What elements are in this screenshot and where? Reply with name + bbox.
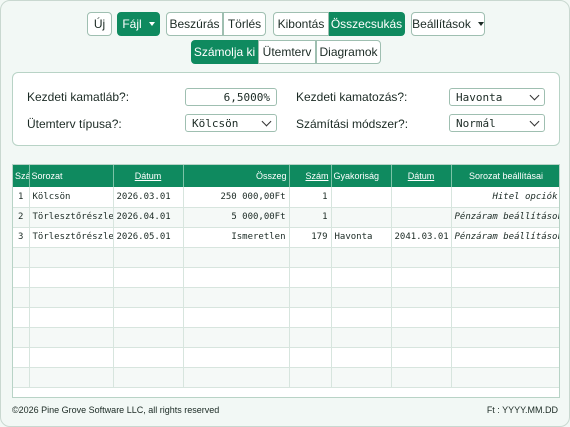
table-row-empty[interactable] (13, 327, 559, 348)
schedule-type-select[interactable]: Kölcsön (185, 114, 277, 132)
column-header-count[interactable]: Szám (289, 165, 332, 187)
compounding-label: Kezdeti kamatozás?: (296, 90, 408, 104)
cell-number[interactable]: 2 (13, 207, 30, 228)
table-row-empty[interactable] (13, 307, 559, 328)
chevron-down-icon (261, 116, 272, 127)
cell-series[interactable]: Törlesztőrészlet (29, 227, 114, 248)
settings-panel: Kezdeti kamatláb?: 6,5000% Kezdeti kamat… (12, 72, 560, 146)
delete-button[interactable]: Törlés (223, 12, 266, 36)
table-row-empty[interactable] (13, 347, 559, 368)
method-value: Normál (456, 116, 496, 130)
settings-menu-button[interactable]: Beállítások (411, 12, 485, 36)
method-label: Számítási módszer?: (296, 117, 409, 131)
table-row-empty[interactable] (13, 267, 559, 288)
column-header-series-settings[interactable]: Sorozat beállításai (451, 165, 559, 187)
method-select[interactable]: Normál (449, 114, 545, 132)
file-menu-button[interactable]: Fájl (117, 12, 160, 36)
tab-schedule[interactable]: Ütemterv (258, 40, 316, 64)
cell-series-settings[interactable]: Pénzáram beállítások (451, 227, 559, 248)
cell-frequency[interactable] (331, 187, 392, 208)
column-header-date[interactable]: Dátum (113, 165, 184, 187)
new-button[interactable]: Új (87, 12, 112, 36)
column-header-number[interactable]: Szám (13, 165, 30, 187)
cell-end-date[interactable]: 2041.03.01 (391, 227, 452, 248)
cell-date[interactable]: 2026.05.01 (113, 227, 184, 248)
cell-date[interactable]: 2026.03.01 (113, 187, 184, 208)
cell-amount[interactable]: 250 000,00Ft (183, 187, 290, 208)
cell-end-date[interactable] (391, 207, 452, 228)
column-header-frequency[interactable]: Gyakoriság (331, 165, 392, 187)
cashflow-table: Szám Sorozat Dátum Összeg Szám Gyakorisá… (12, 164, 560, 398)
table-row-empty[interactable] (13, 247, 559, 268)
tab-charts[interactable]: Diagramok (316, 40, 381, 64)
cell-series[interactable]: Kölcsön (29, 187, 114, 208)
chevron-down-icon (529, 90, 540, 101)
tab-calculate[interactable]: Számolja ki (191, 40, 258, 64)
chevron-down-icon (529, 116, 540, 127)
cell-number[interactable]: 1 (13, 187, 30, 208)
table-row[interactable]: 1 Kölcsön 2026.03.01 250 000,00Ft 1 Hite… (13, 187, 559, 208)
chevron-down-icon (477, 22, 484, 26)
copyright-text: ©2026 Pine Grove Software LLC, all right… (12, 405, 220, 415)
column-header-end-date[interactable]: Dátum (391, 165, 452, 187)
table-row-empty[interactable] (13, 287, 559, 308)
cell-amount[interactable]: Ismeretlen (183, 227, 290, 248)
insert-button[interactable]: Beszúrás (166, 12, 223, 36)
cell-series-settings[interactable]: Hitel opciók (451, 187, 559, 208)
compounding-value: Havonta (456, 90, 503, 104)
cell-series-settings[interactable]: Pénzáram beállítások (451, 207, 559, 228)
chevron-down-icon (148, 22, 155, 26)
cell-frequency[interactable]: Havonta (331, 227, 392, 248)
cell-end-date[interactable] (391, 187, 452, 208)
schedule-type-label: Ütemterv típusa?: (27, 117, 122, 131)
cell-count[interactable]: 179 (289, 227, 332, 248)
cell-amount[interactable]: 5 000,00Ft (183, 207, 290, 228)
rate-input[interactable]: 6,5000% (185, 88, 277, 106)
settings-menu-label: Beállítások (412, 17, 471, 31)
compounding-select[interactable]: Havonta (449, 88, 545, 106)
cell-frequency[interactable] (331, 207, 392, 228)
file-menu-label: Fájl (122, 17, 142, 31)
cell-date[interactable]: 2026.04.01 (113, 207, 184, 228)
cell-number[interactable]: 3 (13, 227, 30, 248)
cell-count[interactable]: 1 (289, 207, 332, 228)
table-row[interactable]: 3 Törlesztőrészlet 2026.05.01 Ismeretlen… (13, 227, 559, 248)
table-row[interactable]: 2 Törlesztőrészlet 2026.04.01 5 000,00Ft… (13, 207, 559, 228)
table-row-empty[interactable] (13, 367, 559, 388)
cell-count[interactable]: 1 (289, 187, 332, 208)
expand-button[interactable]: Kibontás (273, 12, 329, 36)
column-header-amount[interactable]: Összeg (183, 165, 290, 187)
cell-series[interactable]: Törlesztőrészlet (29, 207, 114, 228)
date-format-text: Ft : YYYY.MM.DD (486, 405, 558, 415)
schedule-type-value: Kölcsön (192, 116, 239, 130)
rate-label: Kezdeti kamatláb?: (27, 90, 130, 104)
collapse-button[interactable]: Összecsukás (329, 12, 405, 36)
column-header-series[interactable]: Sorozat (29, 165, 114, 187)
